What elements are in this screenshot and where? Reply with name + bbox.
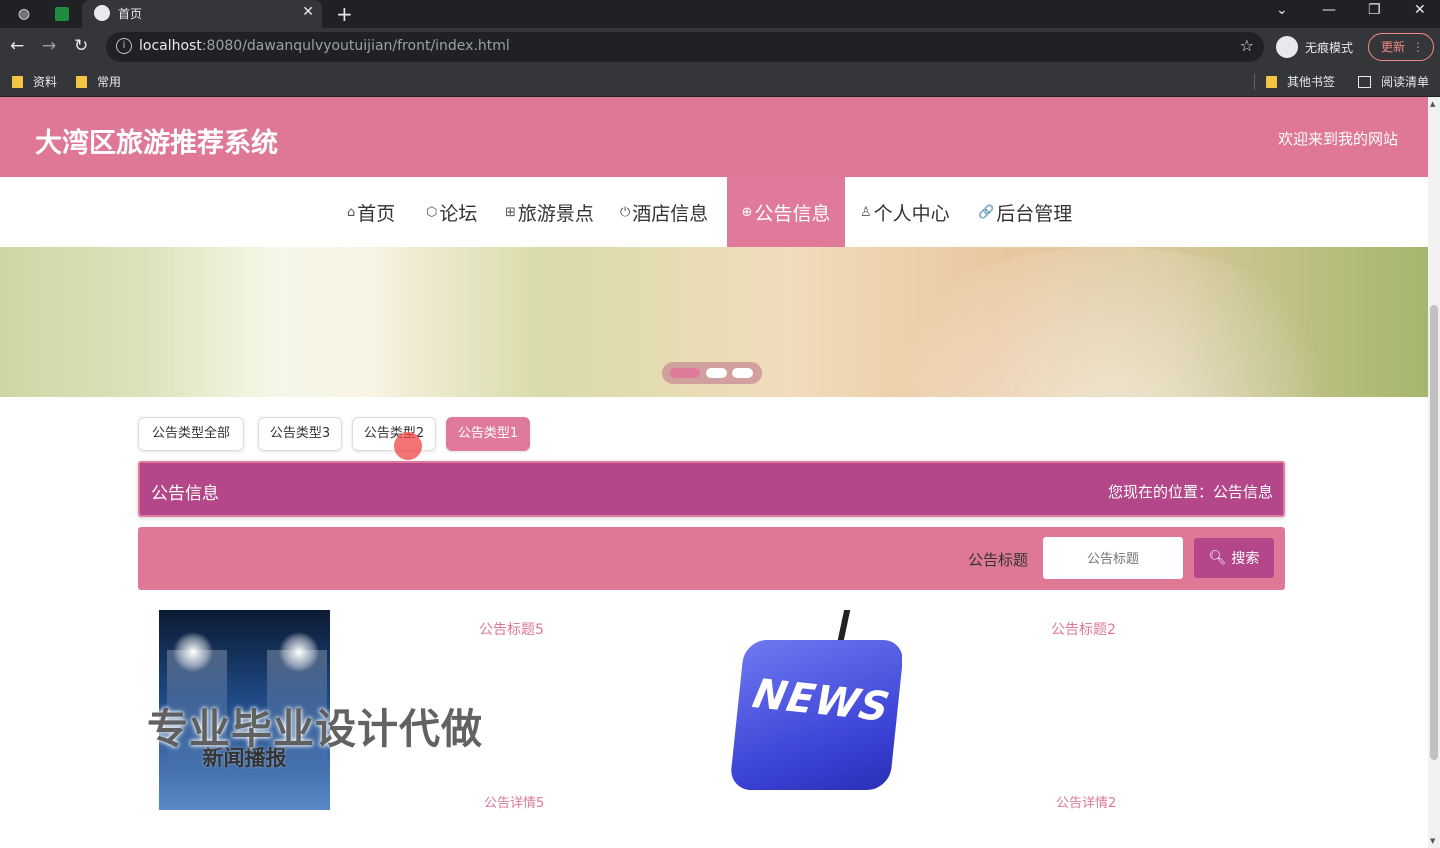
folder-icon: [76, 75, 87, 88]
web-page: 大湾区旅游推荐系统 欢迎来到我的网站 ⌂ 首页 ⬡ 论坛 ⊞ 旅游景点 ⏻ 酒店…: [0, 97, 1428, 848]
tab-home[interactable]: 首页 ✕: [82, 0, 322, 28]
folder-icon: [1266, 75, 1277, 88]
bookmark-folder-resources[interactable]: 资料: [12, 73, 57, 90]
scrollbar-thumb[interactable]: [1430, 305, 1438, 760]
scroll-up-icon[interactable]: ▲: [1430, 100, 1435, 108]
spotlight: [173, 632, 213, 672]
nav-item-forum[interactable]: ⬡ 论坛: [426, 177, 477, 247]
window-close-icon[interactable]: ✕: [1414, 2, 1426, 18]
notice-card[interactable]: NEWS 公告标题2 公告详情2: [711, 610, 1271, 811]
globe-icon: [94, 5, 110, 21]
other-bookmarks[interactable]: 其他书签: [1266, 73, 1335, 90]
home-icon: ⌂: [347, 204, 356, 220]
folder-icon: [12, 75, 23, 88]
banner-light: [150, 247, 410, 397]
main-nav: ⌂ 首页 ⬡ 论坛 ⊞ 旅游景点 ⏻ 酒店信息 ⊕ 公告信息 ♙ 个人中心 🔗 …: [0, 177, 1428, 247]
chevron-down-icon[interactable]: ⌄: [1276, 2, 1288, 18]
filter-type-1[interactable]: 公告类型1: [446, 417, 530, 451]
reading-list[interactable]: 阅读清单: [1358, 73, 1429, 90]
carousel-dot-2[interactable]: [706, 368, 727, 378]
nav-item-profile[interactable]: ♙ 个人中心: [860, 177, 950, 247]
url-text: localhost:8080/dawanqulvyoutuijian/front…: [139, 38, 510, 54]
user-icon: ♙: [860, 204, 872, 220]
tab-title: 首页: [118, 7, 143, 21]
carousel-dot-3[interactable]: [732, 368, 753, 378]
link-icon: 🔗: [978, 204, 995, 220]
sheets-icon[interactable]: [52, 4, 72, 24]
click-indicator: [394, 432, 422, 460]
back-arrow-icon[interactable]: ←: [10, 36, 24, 56]
restore-icon[interactable]: ❐: [1368, 2, 1381, 18]
globe-icon[interactable]: ◍: [14, 4, 34, 24]
carousel-indicators: [662, 362, 762, 384]
search-button[interactable]: 🔍︎ 搜索: [1194, 538, 1274, 578]
nav-item-admin[interactable]: 🔗 后台管理: [978, 177, 1072, 247]
nav-item-home[interactable]: ⌂ 首页: [347, 177, 395, 247]
divider: [1254, 74, 1255, 90]
forward-arrow-icon[interactable]: →: [42, 36, 56, 56]
search-icon: 🔍︎: [1208, 550, 1227, 566]
bookmark-star-icon[interactable]: ☆: [1240, 36, 1254, 55]
new-tab-button[interactable]: +: [336, 2, 353, 26]
incognito-icon: [1276, 36, 1298, 58]
browser-toolbar: ← → ↻ i localhost:8080/dawanqulvyoutuiji…: [0, 28, 1440, 66]
site-header: 大湾区旅游推荐系统 欢迎来到我的网站: [0, 97, 1428, 177]
reload-icon[interactable]: ↻: [74, 36, 88, 56]
filter-all[interactable]: 公告类型全部: [138, 417, 244, 451]
watermark: 专业毕业设计代做: [147, 705, 483, 753]
breadcrumb: 您现在的位置：公告信息: [1107, 483, 1273, 501]
notice-title[interactable]: 公告标题5: [479, 619, 544, 639]
banner-carousel[interactable]: [0, 247, 1428, 547]
cube-icon: ⬡: [426, 204, 438, 220]
section-header: 公告信息 您现在的位置：公告信息: [138, 461, 1285, 517]
bookmarks-bar: 资料 常用 其他书签 阅读清单: [0, 66, 1440, 97]
search-panel: 公告标题 🔍︎ 搜索: [138, 527, 1285, 590]
browser-tab-bar: ◍ 首页 ✕ + ⌄ — ❐ ✕: [0, 0, 1440, 28]
reading-list-icon: [1358, 75, 1371, 88]
notice-detail[interactable]: 公告详情2: [1056, 792, 1116, 811]
incognito-indicator[interactable]: 无痕模式: [1276, 35, 1353, 59]
nav-item-attractions[interactable]: ⊞ 旅游景点: [505, 177, 594, 247]
page-scrollbar[interactable]: ▲ ▼: [1428, 97, 1440, 848]
news-key: NEWS: [731, 640, 902, 790]
filter-type-3[interactable]: 公告类型3: [258, 417, 342, 451]
globe-icon: ⊕: [741, 204, 753, 220]
address-bar[interactable]: i localhost:8080/dawanqulvyoutuijian/fro…: [106, 32, 1264, 62]
welcome-text: 欢迎来到我的网站: [1277, 130, 1398, 148]
notice-title[interactable]: 公告标题2: [1051, 619, 1116, 639]
nav-item-notices[interactable]: ⊕ 公告信息: [727, 177, 845, 247]
incognito-label: 无痕模式: [1305, 40, 1354, 55]
notice-detail[interactable]: 公告详情5: [484, 792, 544, 811]
close-icon[interactable]: ✕: [302, 4, 314, 20]
minimize-icon[interactable]: —: [1322, 2, 1336, 18]
thumbnail-caption: NEWS: [748, 670, 894, 732]
update-button[interactable]: 更新 ⋮: [1368, 33, 1434, 61]
search-label: 公告标题: [968, 551, 1029, 569]
power-icon: ⏻: [620, 204, 631, 220]
grid-icon: ⊞: [505, 204, 516, 220]
more-menu-icon[interactable]: ⋮: [1412, 34, 1424, 60]
search-input[interactable]: [1043, 537, 1183, 579]
scroll-down-icon[interactable]: ▼: [1430, 837, 1435, 845]
info-icon[interactable]: i: [116, 38, 132, 54]
notice-thumbnail[interactable]: NEWS: [731, 610, 902, 810]
update-label: 更新: [1381, 40, 1406, 54]
spotlight: [279, 632, 319, 672]
section-title: 公告信息: [151, 484, 219, 504]
carousel-dot-1[interactable]: [670, 368, 700, 378]
bookmark-folder-common[interactable]: 常用: [76, 73, 121, 90]
nav-item-hotels[interactable]: ⏻ 酒店信息: [620, 177, 708, 247]
site-title: 大湾区旅游推荐系统: [35, 128, 278, 159]
